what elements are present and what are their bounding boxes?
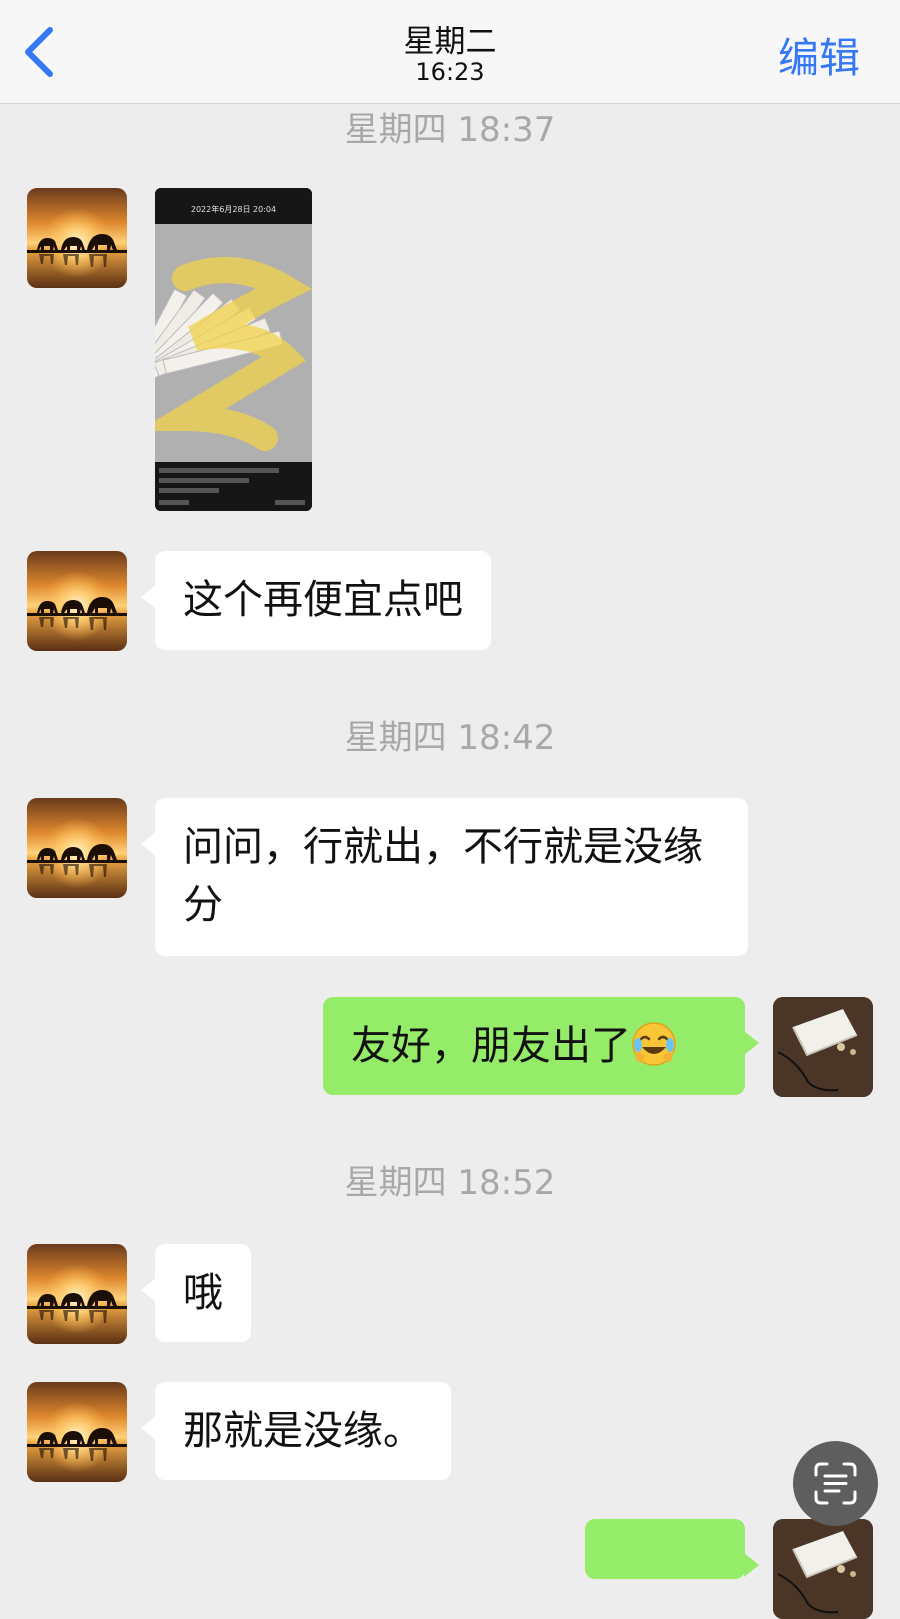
message-text: 这个再便宜点吧	[183, 577, 463, 623]
image-message[interactable]: 2022年6月28日 20:04	[155, 188, 312, 511]
incoming-message-bubble[interactable]: 那就是没缘。	[141, 1382, 451, 1480]
message-text: 哦	[183, 1270, 223, 1316]
nav-bar: 星期二 16:23 编辑	[0, 0, 900, 104]
outgoing-message-bubble-partial[interactable]	[585, 1519, 759, 1579]
contact-avatar[interactable]	[27, 798, 127, 898]
contact-avatar[interactable]	[27, 551, 127, 651]
timestamp: 星期四 18:42	[344, 718, 556, 758]
chat-title: 星期二	[403, 24, 497, 60]
white-device-avatar	[773, 1519, 873, 1619]
incoming-message-bubble[interactable]: 哦	[141, 1244, 251, 1342]
contact-avatar[interactable]	[27, 1382, 127, 1482]
contact-avatar[interactable]	[27, 188, 127, 288]
self-avatar[interactable]	[773, 1519, 873, 1619]
timestamp: 星期四 18:52	[344, 1163, 556, 1203]
text-scan-button[interactable]	[793, 1441, 878, 1526]
self-avatar[interactable]	[773, 997, 873, 1097]
white-device-avatar	[773, 997, 873, 1097]
text-scan-icon	[814, 1462, 857, 1505]
elephant-sunset-avatar	[27, 551, 127, 651]
incoming-message-bubble[interactable]: 这个再便宜点吧	[141, 551, 491, 650]
image-date-text: 2022年6月28日 20:04	[190, 205, 277, 214]
face-with-tears-of-joy-icon	[632, 1022, 676, 1066]
screenshot-thumbnail	[155, 188, 312, 511]
elephant-sunset-avatar	[27, 1382, 127, 1482]
incoming-message-bubble[interactable]: 问问，行就出，不行就是没缘分	[141, 798, 748, 956]
elephant-sunset-avatar	[27, 798, 127, 898]
chat-subtitle-time: 16:23	[415, 58, 485, 86]
elephant-sunset-avatar	[27, 188, 127, 288]
contact-avatar[interactable]	[27, 1244, 127, 1344]
message-text: 友好，朋友出了	[351, 1023, 631, 1069]
message-text: 那就是没缘。	[183, 1408, 423, 1454]
timestamp: 星期四 18:37	[344, 110, 556, 150]
outgoing-message-bubble[interactable]: 友好，朋友出了	[323, 997, 759, 1095]
message-text: 问问，行就出，不行就是没缘分	[183, 824, 703, 928]
elephant-sunset-avatar	[27, 1244, 127, 1344]
edit-button[interactable]: 编辑	[778, 24, 860, 84]
